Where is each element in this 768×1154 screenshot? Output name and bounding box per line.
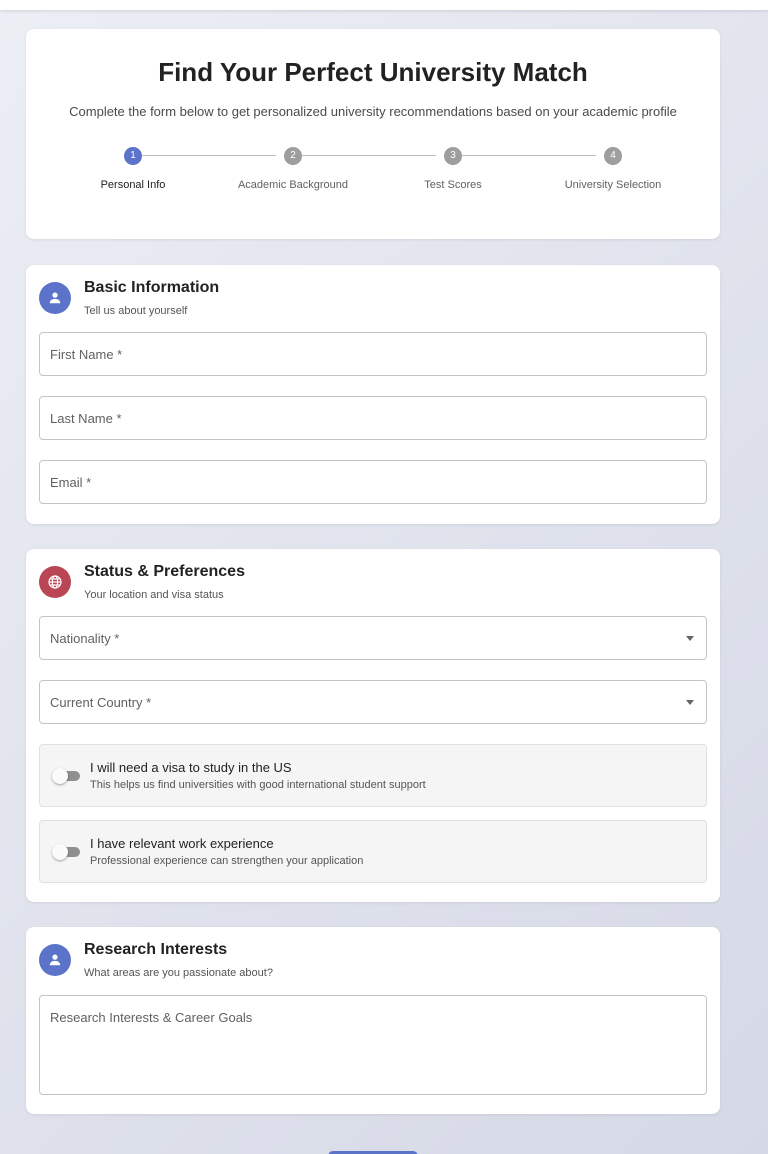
- section-header: Status & Preferences Your location and v…: [39, 563, 699, 603]
- step-test-scores[interactable]: 3 Test Scores: [373, 147, 533, 191]
- page-title: Find Your Perfect University Match: [158, 57, 588, 87]
- section-subtitle: Tell us about yourself: [84, 305, 188, 317]
- toggle-thumb: [52, 768, 68, 784]
- research-interests-card: Research Interests What areas are you pa…: [26, 927, 720, 1114]
- section-title: Research Interests: [84, 941, 228, 958]
- nationality-select[interactable]: Nationality *: [39, 616, 707, 660]
- section-subtitle: Your location and visa status: [84, 589, 224, 601]
- dropdown-arrow-icon: [686, 636, 694, 641]
- work-experience-option: I have relevant work experience Professi…: [39, 820, 707, 883]
- header-card: Find Your Perfect University Match Compl…: [26, 29, 720, 239]
- toggle-thumb: [52, 844, 68, 860]
- step-academic-background[interactable]: 2 Academic Background: [213, 147, 373, 191]
- step-label: Test Scores: [424, 179, 482, 191]
- top-app-bar: [0, 0, 768, 10]
- work-experience-toggle[interactable]: [52, 844, 82, 860]
- step-label: Personal Info: [100, 179, 166, 191]
- step-number: 3: [444, 147, 462, 165]
- current-country-placeholder: Current Country *: [50, 695, 152, 710]
- last-name-field[interactable]: Last Name *: [39, 396, 707, 440]
- visa-toggle[interactable]: [52, 768, 82, 784]
- step-university-selection[interactable]: 4 University Selection: [533, 147, 693, 191]
- step-personal-info[interactable]: 1 Personal Info: [53, 147, 213, 191]
- first-name-placeholder: First Name *: [50, 347, 123, 362]
- status-preferences-card: Status & Preferences Your location and v…: [26, 549, 720, 902]
- visa-toggle-hint: This helps us find universities with goo…: [90, 779, 426, 791]
- basic-information-card: Basic Information Tell us about yourself…: [26, 265, 720, 524]
- email-field[interactable]: Email *: [39, 460, 707, 504]
- step-label: Academic Background: [237, 179, 349, 191]
- person-icon: [39, 282, 71, 314]
- current-country-select[interactable]: Current Country *: [39, 680, 707, 724]
- page-subtitle: Complete the form below to get personali…: [69, 104, 677, 119]
- research-interests-textarea[interactable]: Research Interests & Career Goals: [39, 995, 707, 1095]
- last-name-placeholder: Last Name *: [50, 411, 122, 426]
- section-title: Status & Preferences: [84, 563, 245, 580]
- email-placeholder: Email *: [50, 475, 92, 490]
- section-header: Research Interests What areas are you pa…: [39, 941, 699, 981]
- section-title: Basic Information: [84, 279, 220, 296]
- section-subtitle: What areas are you passionate about?: [84, 967, 273, 979]
- nationality-placeholder: Nationality *: [50, 631, 120, 646]
- step-number: 2: [284, 147, 302, 165]
- dropdown-arrow-icon: [686, 700, 694, 705]
- work-experience-label: I have relevant work experience: [90, 836, 274, 851]
- research-interests-placeholder: Research Interests & Career Goals: [50, 1010, 253, 1025]
- work-experience-hint: Professional experience can strengthen y…: [90, 855, 364, 867]
- visa-option: I will need a visa to study in the US Th…: [39, 744, 707, 807]
- step-label: University Selection: [564, 179, 662, 191]
- step-number: 1: [124, 147, 142, 165]
- step-number: 4: [604, 147, 622, 165]
- section-header: Basic Information Tell us about yourself: [39, 279, 699, 319]
- visa-toggle-label: I will need a visa to study in the US: [90, 760, 292, 775]
- person-icon: [39, 944, 71, 976]
- globe-icon: [39, 566, 71, 598]
- progress-stepper: 1 Personal Info 2 Academic Background 3 …: [26, 147, 720, 197]
- first-name-field[interactable]: First Name *: [39, 332, 707, 376]
